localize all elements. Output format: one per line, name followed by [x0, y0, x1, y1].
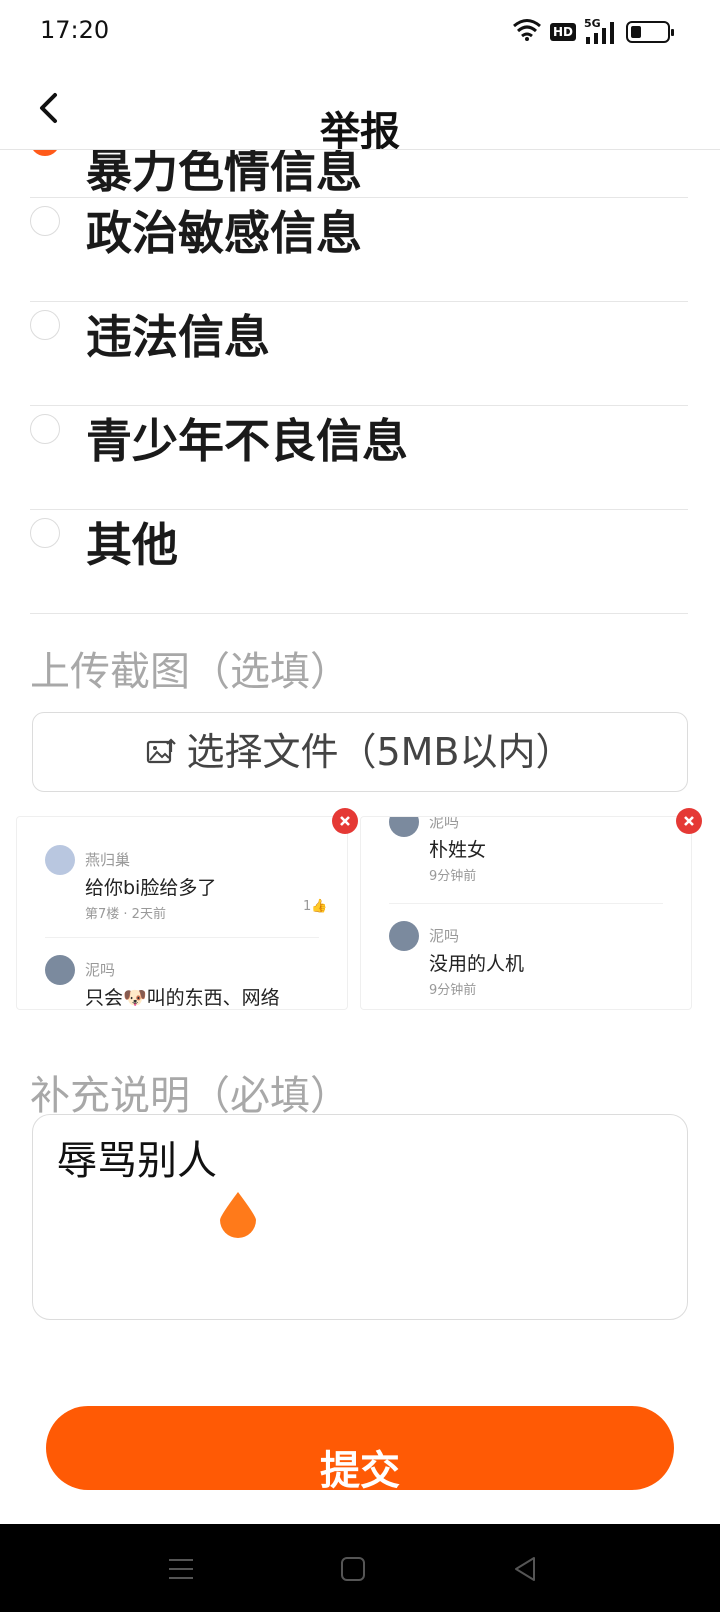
choose-file-button[interactable]: 选择文件（5MB以内） — [32, 712, 688, 792]
status-bar: 17:20 HD 5G — [0, 0, 720, 66]
screenshot-thumbnail[interactable]: 燕归巢 给你bi脸给多了 第7楼 · 2天前 1👍 泥吗 只会🐶叫的东西、网络 — [16, 816, 348, 1010]
comment-author: 燕归巢 — [85, 851, 131, 869]
radio-icon[interactable] — [30, 310, 60, 340]
comment-divider — [45, 937, 319, 938]
avatar — [45, 955, 75, 985]
avatar — [45, 845, 75, 875]
report-options: 暴力色情信息 政治敏感信息 违法信息 青少年不良信息 其他 — [30, 126, 688, 614]
radio-icon[interactable] — [30, 206, 60, 236]
option-illegal[interactable]: 违法信息 — [30, 302, 688, 406]
image-upload-icon — [147, 738, 177, 764]
comment-author: 泥吗 — [429, 816, 460, 831]
avatar — [389, 921, 419, 951]
system-nav-bar — [0, 1524, 720, 1612]
description-label: 补充说明（必填） — [30, 1073, 350, 1119]
comment-text: 只会🐶叫的东西、网络 — [85, 987, 280, 1009]
option-label: 其他 — [86, 518, 178, 572]
radio-icon[interactable] — [30, 518, 60, 548]
menu-icon — [169, 1559, 193, 1579]
page-title: 举报 — [320, 109, 400, 150]
battery-icon — [626, 21, 674, 43]
comment-meta: 第7楼 · 2天前 — [85, 907, 166, 922]
option-label: 青少年不良信息 — [86, 414, 408, 468]
choose-file-label: 选择文件（5MB以内） — [186, 730, 574, 774]
wifi-icon — [512, 18, 542, 46]
comment-item: 燕归巢 给你bi脸给多了 第7楼 · 2天前 1👍 — [45, 845, 345, 925]
comment-item: 泥吗 没用的人机 9分钟前 — [389, 921, 689, 1001]
submit-label: 提交 — [320, 1448, 400, 1490]
upload-label: 上传截图（选填） — [30, 649, 350, 695]
comment-text: 给你bi脸给多了 — [85, 877, 217, 899]
back-nav-button[interactable] — [510, 1554, 540, 1584]
option-label: 违法信息 — [86, 310, 270, 364]
status-time: 17:20 — [40, 16, 110, 44]
back-triangle-icon — [515, 1557, 535, 1581]
comment-divider — [389, 903, 663, 904]
screenshot-thumbnail[interactable]: 泥吗 朴姓女 9分钟前 泥吗 没用的人机 9分钟前 — [360, 816, 692, 1010]
description-value: 辱骂别人 — [57, 1138, 217, 1184]
comment-text: 朴姓女 — [429, 839, 487, 861]
battery-level — [631, 26, 642, 38]
status-icons: HD 5G — [512, 17, 674, 46]
hd-badge: HD — [549, 23, 576, 41]
comment-likes: 1👍 — [303, 899, 327, 914]
option-other[interactable]: 其他 — [30, 510, 688, 614]
description-textarea[interactable]: 辱骂别人 — [32, 1114, 688, 1320]
option-political[interactable]: 政治敏感信息 — [30, 198, 688, 302]
comment-author: 泥吗 — [429, 927, 460, 945]
submit-button[interactable]: 提交 — [46, 1406, 674, 1490]
comment-meta: 9分钟前 — [429, 983, 477, 998]
comment-meta: 9分钟前 — [429, 869, 477, 884]
remove-screenshot-button[interactable] — [676, 808, 702, 834]
option-minors[interactable]: 青少年不良信息 — [30, 406, 688, 510]
home-nav-button[interactable] — [338, 1554, 368, 1584]
remove-screenshot-button[interactable] — [332, 808, 358, 834]
comment-item: 泥吗 只会🐶叫的东西、网络 — [45, 955, 345, 1009]
close-icon — [340, 816, 350, 826]
comment-text: 没用的人机 — [429, 953, 525, 975]
text-caret-handle-icon[interactable] — [218, 1190, 258, 1238]
radio-icon[interactable] — [30, 414, 60, 444]
home-square-icon — [341, 1557, 365, 1581]
comment-item: 泥吗 朴姓女 9分钟前 — [389, 816, 689, 887]
comment-author: 泥吗 — [85, 961, 116, 979]
option-label: 政治敏感信息 — [86, 206, 362, 260]
header-divider — [0, 149, 720, 150]
close-icon — [684, 816, 694, 826]
menu-nav-button[interactable] — [166, 1554, 196, 1584]
avatar — [389, 817, 419, 837]
option-label: 暴力色情信息 — [86, 144, 362, 198]
thumbs-up-icon: 👍 — [311, 899, 328, 914]
signal-icon: 5G — [584, 17, 618, 45]
app-header: 举报 — [0, 66, 720, 150]
